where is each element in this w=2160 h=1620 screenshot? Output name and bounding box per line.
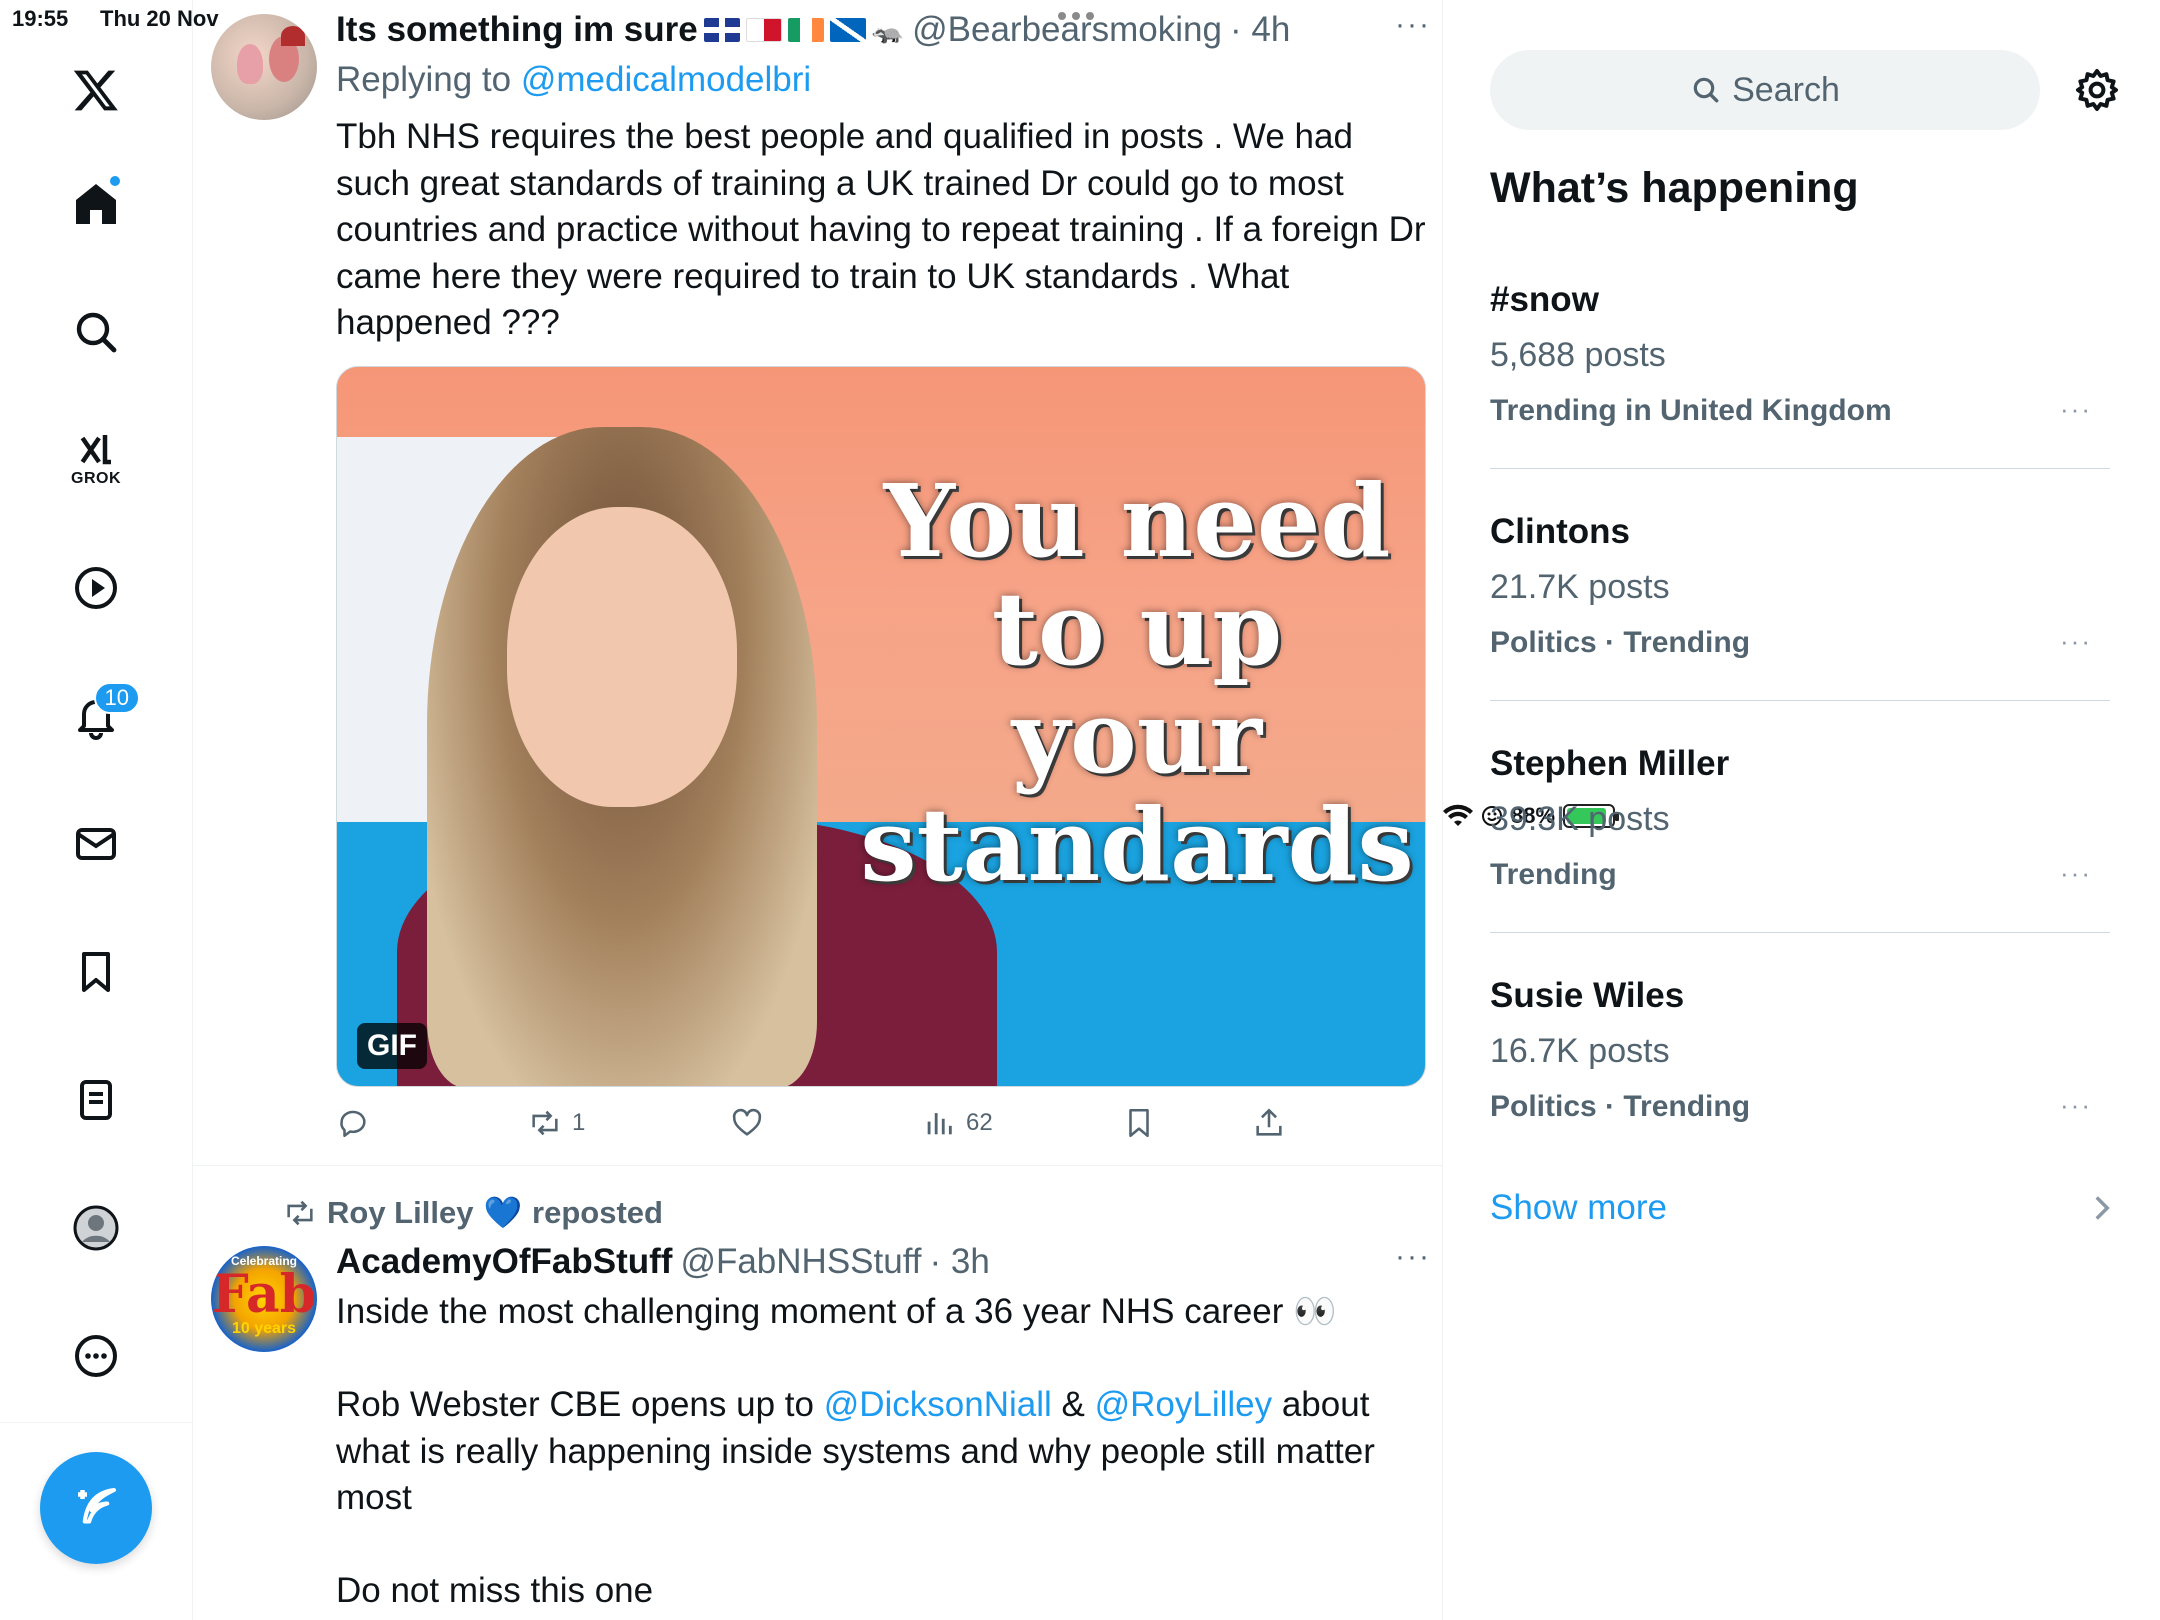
reply-target-link[interactable]: @medicalmodelbri xyxy=(521,60,811,99)
nav-divider xyxy=(0,1422,193,1423)
tweet-more-icon[interactable]: ··· xyxy=(1395,1240,1431,1274)
profile-avatar-icon xyxy=(73,1205,119,1251)
trend-more-icon[interactable]: ··· xyxy=(2060,858,2092,889)
nav-messages[interactable] xyxy=(56,804,136,884)
like-button[interactable] xyxy=(730,1106,764,1140)
uk-flag-icon xyxy=(703,18,740,42)
trend-item[interactable]: #snow 5,688 posts Trending in United Kin… xyxy=(1490,280,2110,512)
reposter-name[interactable]: Roy Lilley xyxy=(327,1195,473,1231)
repost-count: 1 xyxy=(572,1109,586,1136)
badger-emoji-icon: 🦡 xyxy=(871,14,905,45)
more-circle-icon xyxy=(75,1335,117,1377)
author-handle[interactable]: @Bearbearsmoking xyxy=(912,10,1222,50)
grok-label: GROK xyxy=(71,470,121,487)
replying-to: Replying to @medicalmodelbri xyxy=(336,60,812,99)
author-handle[interactable]: @FabNHSStuff xyxy=(680,1242,921,1281)
nav-more[interactable] xyxy=(56,1316,136,1396)
tweet-header: Its something im sure 🦡 @Bearbearsmoking… xyxy=(336,10,1290,50)
left-navigation: GROK 10 xyxy=(0,0,193,1620)
repost-icon xyxy=(287,1200,313,1225)
mail-icon xyxy=(76,828,116,860)
search-input[interactable]: Search xyxy=(1490,50,2040,130)
nav-lists[interactable] xyxy=(56,1060,136,1140)
whats-happening-heading: What’s happening xyxy=(1490,164,1859,212)
tweet-time[interactable]: · 4h xyxy=(1230,10,1290,50)
name-emoji-flags: 🦡 xyxy=(703,14,905,46)
compose-feather-icon xyxy=(78,1487,117,1524)
views-count: 62 xyxy=(966,1109,993,1136)
tweet-time[interactable]: · 3h xyxy=(930,1242,990,1281)
home-unread-dot xyxy=(108,174,122,188)
nav-video[interactable] xyxy=(56,548,136,628)
search-icon xyxy=(76,312,117,353)
tweet-separator xyxy=(193,1165,1443,1166)
nav-grok[interactable]: GROK xyxy=(56,420,136,500)
x-logo-icon[interactable] xyxy=(56,50,136,130)
tweet-more-icon[interactable]: ··· xyxy=(1395,8,1431,42)
gif-caption: You need to up your standards xyxy=(860,462,1414,904)
gif-badge: GIF xyxy=(357,1023,427,1069)
bookmark-button[interactable] xyxy=(1122,1106,1156,1140)
blue-heart-icon: 💙 xyxy=(483,1195,523,1230)
search-placeholder: Search xyxy=(1732,70,1840,109)
compose-post-button[interactable] xyxy=(40,1452,152,1564)
views-icon xyxy=(927,1113,952,1135)
nav-home[interactable] xyxy=(56,164,136,244)
show-more-link[interactable]: Show more xyxy=(1490,1188,1667,1228)
reposted-label: reposted xyxy=(532,1194,663,1230)
malta-flag-icon xyxy=(745,18,782,42)
author-name[interactable]: AcademyOfFabStuff xyxy=(336,1242,672,1281)
author-avatar[interactable] xyxy=(211,14,317,120)
nav-bookmarks[interactable] xyxy=(56,932,136,1012)
author-avatar[interactable]: Celebrating Fab 10 years xyxy=(211,1246,317,1352)
tweet-media-gif[interactable]: You need to up your standards GIF xyxy=(336,366,1426,1087)
bookmark-outline-icon xyxy=(1129,1108,1149,1138)
right-sidebar: Search What’s happening #snow 5,688 post… xyxy=(1443,0,2160,1620)
nav-profile[interactable] xyxy=(56,1188,136,1268)
play-icon xyxy=(75,567,117,609)
repost-button[interactable]: 1 xyxy=(528,1106,585,1140)
nav-explore[interactable] xyxy=(56,292,136,372)
mention-link[interactable]: @DicksonNiall xyxy=(824,1385,1052,1424)
share-icon xyxy=(1256,1108,1282,1136)
scotland-flag-icon xyxy=(829,18,866,42)
bookmark-icon xyxy=(82,952,110,992)
nav-notifications[interactable]: 10 xyxy=(56,676,140,756)
share-button[interactable] xyxy=(1252,1106,1286,1140)
tweet-text: Tbh NHS requires the best people and qua… xyxy=(336,117,1426,342)
mention-link[interactable]: @RoyLilley xyxy=(1095,1385,1273,1424)
trend-more-icon[interactable]: ··· xyxy=(2060,1090,2092,1121)
ireland-flag-icon xyxy=(787,18,824,42)
repost-context: Roy Lilley 💙 reposted xyxy=(283,1194,663,1231)
trend-more-icon[interactable]: ··· xyxy=(2060,626,2092,657)
reply-icon xyxy=(340,1110,366,1138)
list-icon xyxy=(80,1080,112,1120)
tweet-header: AcademyOfFabStuff @FabNHSStuff · 3h xyxy=(336,1242,990,1282)
author-name[interactable]: Its something im sure xyxy=(336,10,698,50)
repost-icon xyxy=(532,1110,558,1136)
tweet-actions: 1 62 xyxy=(336,1106,1436,1146)
gear-icon[interactable] xyxy=(2073,66,2121,114)
timeline: Its something im sure 🦡 @Bearbearsmoking… xyxy=(193,0,1443,1620)
search-icon xyxy=(1693,77,1719,103)
heart-icon xyxy=(732,1108,762,1136)
notifications-badge: 10 xyxy=(93,682,140,714)
trend-item[interactable]: Stephen Miller 39.3K posts Trending ··· xyxy=(1490,744,2110,976)
trend-item[interactable]: Susie Wiles 16.7K posts Politics · Trend… xyxy=(1490,976,2110,1208)
chevron-right-icon[interactable] xyxy=(2091,1194,2113,1222)
grok-icon xyxy=(80,435,111,465)
trend-item[interactable]: Clintons 21.7K posts Politics · Trending… xyxy=(1490,512,2110,744)
reply-button[interactable] xyxy=(336,1106,370,1140)
trend-more-icon[interactable]: ··· xyxy=(2060,394,2092,425)
views-button[interactable]: 62 xyxy=(922,1106,993,1140)
tweet-text: Inside the most challenging moment of a … xyxy=(336,1292,1375,1610)
